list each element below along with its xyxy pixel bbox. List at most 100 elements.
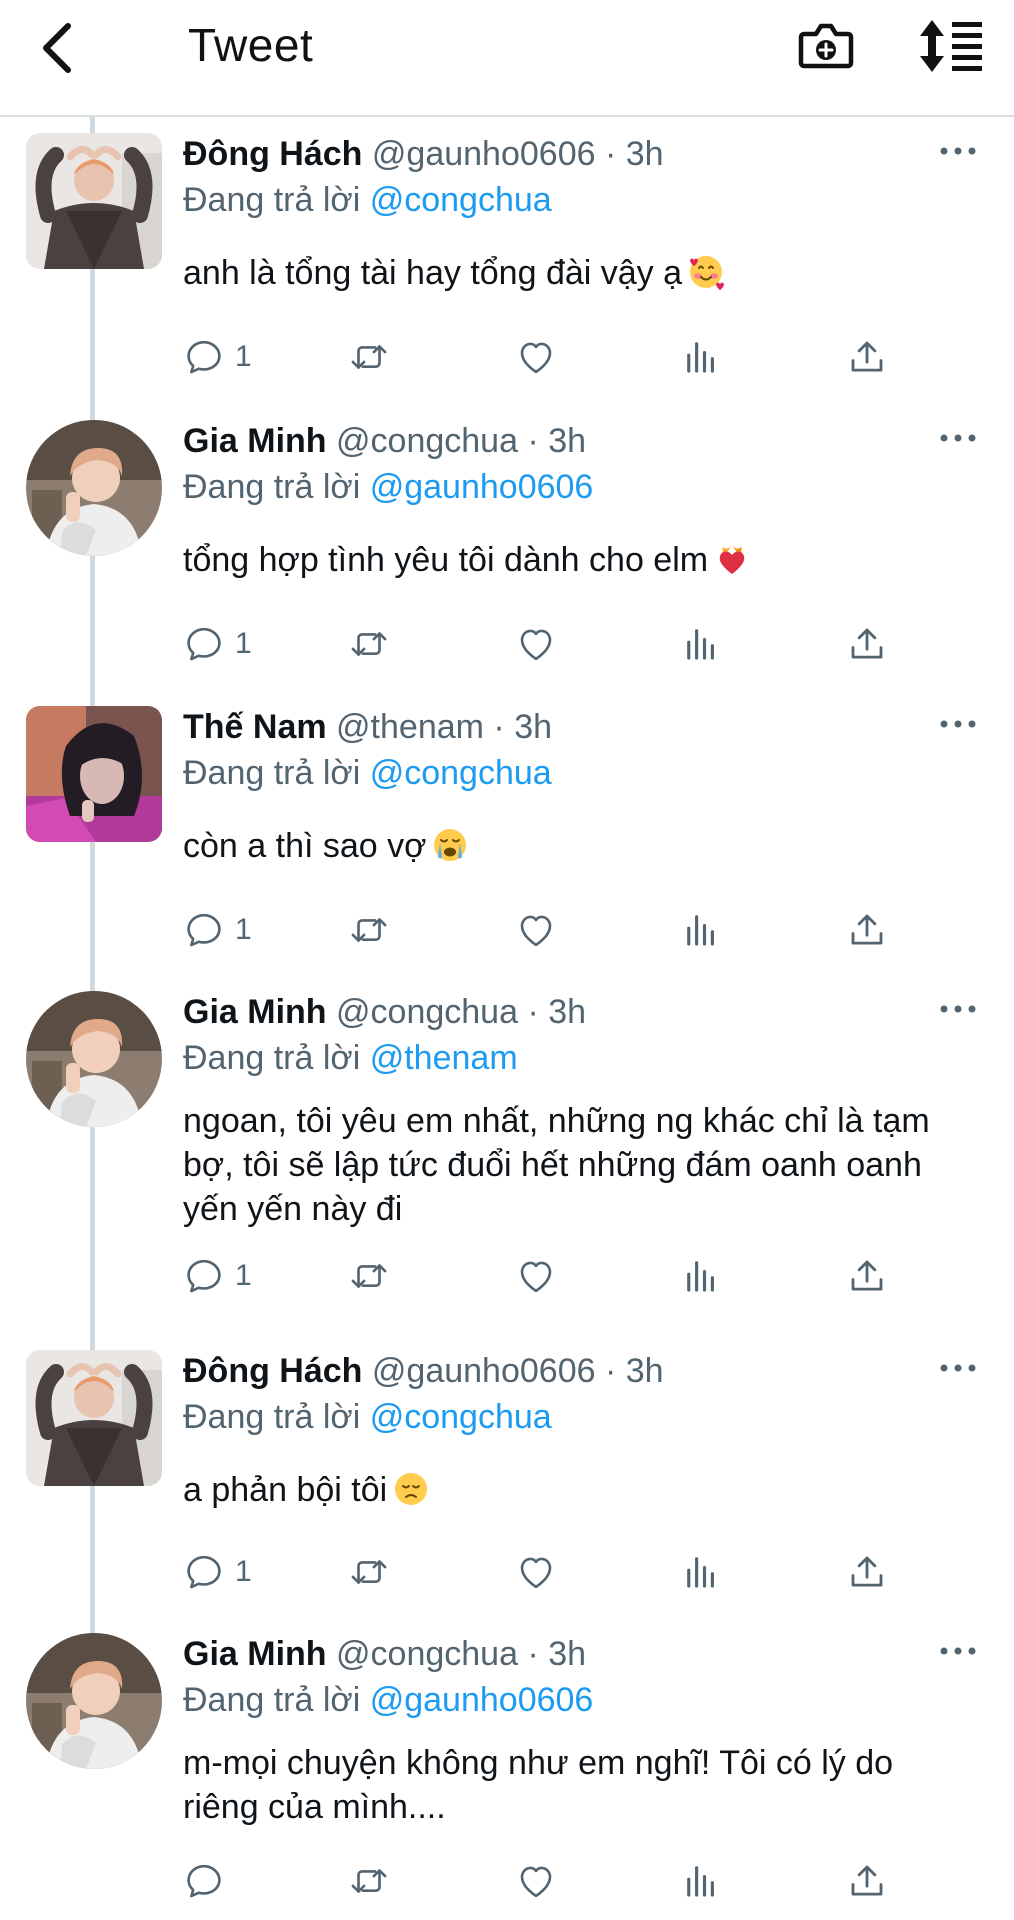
share-button[interactable] — [846, 1857, 888, 1905]
retweet-button[interactable] — [348, 620, 390, 668]
retweet-button[interactable] — [348, 1252, 390, 1300]
user-handle[interactable]: @thenam — [336, 708, 484, 746]
share-icon — [846, 336, 888, 378]
retweet-button[interactable] — [348, 1857, 390, 1905]
avatar[interactable] — [26, 1350, 162, 1486]
display-name[interactable]: Gia Minh — [183, 993, 327, 1031]
user-handle[interactable]: @congchua — [336, 1635, 518, 1673]
like-button[interactable] — [515, 1548, 557, 1596]
separator: · — [604, 135, 617, 173]
user-handle[interactable]: @gaunho0606 — [372, 1352, 596, 1390]
more-options-icon[interactable] — [938, 999, 978, 1019]
heart-icon — [515, 1255, 557, 1297]
user-handle[interactable]: @congchua — [336, 993, 518, 1031]
timestamp[interactable]: 3h — [548, 1635, 586, 1673]
analytics-button[interactable] — [680, 1252, 722, 1300]
heart-on-fire-icon — [714, 541, 750, 577]
like-button[interactable] — [515, 620, 557, 668]
avatar[interactable] — [26, 420, 162, 556]
more-options-icon[interactable] — [938, 141, 978, 161]
more-options-icon[interactable] — [938, 1641, 978, 1661]
mention-link[interactable]: @congchua — [370, 181, 552, 219]
reply-tweet[interactable]: Đông Hách @gaunho0606 · 3h Đang trả lời … — [0, 1350, 1014, 1610]
more-options-icon[interactable] — [938, 1358, 978, 1378]
timestamp[interactable]: 3h — [514, 708, 552, 746]
reply-button[interactable]: 1 — [183, 906, 252, 954]
reply-button[interactable] — [183, 1857, 235, 1905]
reply-button[interactable]: 1 — [183, 620, 252, 668]
timestamp[interactable]: 3h — [626, 135, 664, 173]
reply-tweet[interactable]: Thế Nam @thenam · 3h Đang trả lời @congc… — [0, 706, 1014, 966]
bar-chart-icon — [680, 1551, 722, 1593]
mention-link[interactable]: @gaunho0606 — [370, 468, 594, 506]
reply-tweet[interactable]: Gia Minh @congchua · 3h Đang trả lời @ga… — [0, 1633, 1014, 1913]
loudly-crying-face-icon — [432, 827, 468, 863]
avatar[interactable] — [26, 1633, 162, 1769]
display-name[interactable]: Gia Minh — [183, 422, 327, 460]
more-options-icon[interactable] — [938, 714, 978, 734]
user-handle[interactable]: @gaunho0606 — [372, 135, 596, 173]
replying-prefix: Đang trả lời — [183, 1681, 361, 1719]
tweet-header: Đông Hách @gaunho0606 · 3h — [183, 1350, 664, 1392]
camera-plus-icon — [798, 23, 854, 69]
mention-link[interactable]: @gaunho0606 — [370, 1681, 594, 1719]
reply-tweet[interactable]: Gia Minh @congchua · 3h Đang trả lời @th… — [0, 991, 1014, 1331]
reply-button[interactable]: 1 — [183, 1548, 252, 1596]
tweet-text-content: tổng hợp tình yêu tôi dành cho elm — [183, 541, 709, 579]
sort-button[interactable] — [918, 18, 984, 74]
tweet-actions: 1 — [183, 1252, 903, 1300]
mention-link[interactable]: @congchua — [370, 754, 552, 792]
share-button[interactable] — [846, 620, 888, 668]
separator: · — [493, 708, 505, 746]
replying-prefix: Đang trả lời — [183, 1398, 361, 1436]
analytics-button[interactable] — [680, 1857, 722, 1905]
avatar[interactable] — [26, 991, 162, 1127]
share-button[interactable] — [846, 1548, 888, 1596]
share-button[interactable] — [846, 906, 888, 954]
reply-button[interactable]: 1 — [183, 333, 252, 381]
heart-icon — [515, 336, 557, 378]
back-button[interactable] — [38, 20, 78, 76]
retweet-icon — [348, 909, 390, 951]
smiling-face-with-hearts-icon — [688, 254, 724, 290]
bar-chart-icon — [680, 623, 722, 665]
reply-tweet[interactable]: Gia Minh @congchua · 3h Đang trả lời @ga… — [0, 420, 1014, 680]
analytics-button[interactable] — [680, 620, 722, 668]
timestamp[interactable]: 3h — [548, 993, 586, 1031]
like-button[interactable] — [515, 333, 557, 381]
reply-tweet[interactable]: Đông Hách @gaunho0606 · 3h Đang trả lời … — [0, 133, 1014, 393]
retweet-button[interactable] — [348, 906, 390, 954]
camera-button[interactable] — [798, 18, 854, 72]
like-button[interactable] — [515, 906, 557, 954]
timestamp[interactable]: 3h — [626, 1352, 664, 1390]
retweet-button[interactable] — [348, 1548, 390, 1596]
retweet-button[interactable] — [348, 333, 390, 381]
mention-link[interactable]: @thenam — [370, 1039, 518, 1077]
tweet-header: Gia Minh @congchua · 3h — [183, 420, 586, 462]
analytics-button[interactable] — [680, 1548, 722, 1596]
avatar[interactable] — [26, 133, 162, 269]
top-bar: Tweet — [0, 0, 1014, 117]
like-button[interactable] — [515, 1857, 557, 1905]
mention-link[interactable]: @congchua — [370, 1398, 552, 1436]
replying-to: Đang trả lời @gaunho0606 — [183, 1679, 593, 1721]
tweet-text: tổng hợp tình yêu tôi dành cho elm — [183, 538, 983, 582]
sort-list-icon — [920, 20, 982, 72]
replying-to: Đang trả lời @congchua — [183, 752, 552, 794]
avatar[interactable] — [26, 706, 162, 842]
share-button[interactable] — [846, 1252, 888, 1300]
timestamp[interactable]: 3h — [548, 422, 586, 460]
user-handle[interactable]: @congchua — [336, 422, 518, 460]
display-name[interactable]: Thế Nam — [183, 708, 327, 746]
reply-button[interactable]: 1 — [183, 1252, 252, 1300]
like-button[interactable] — [515, 1252, 557, 1300]
more-options-icon[interactable] — [938, 428, 978, 448]
reply-icon — [183, 336, 225, 378]
analytics-button[interactable] — [680, 906, 722, 954]
share-button[interactable] — [846, 333, 888, 381]
analytics-button[interactable] — [680, 333, 722, 381]
retweet-icon — [348, 336, 390, 378]
display-name[interactable]: Đông Hách — [183, 1352, 362, 1390]
display-name[interactable]: Gia Minh — [183, 1635, 327, 1673]
display-name[interactable]: Đông Hách — [183, 135, 362, 173]
